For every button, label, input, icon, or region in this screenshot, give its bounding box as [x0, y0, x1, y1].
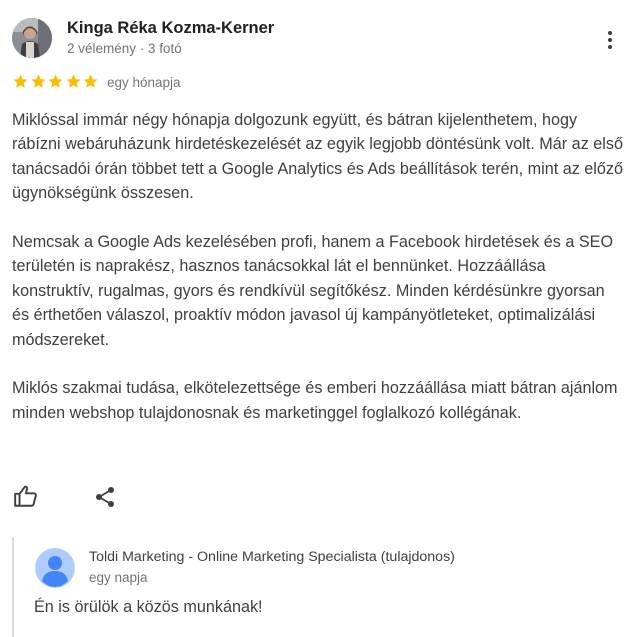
review-paragraph: Miklós szakmai tudása, elkötelezettsége …: [12, 379, 618, 422]
reviewer-meta: 2 vélemény · 3 fotó: [67, 41, 182, 56]
more-options-button[interactable]: [600, 28, 620, 52]
review-card: Kinga Réka Kozma-Kerner 2 vélemény · 3 f…: [0, 0, 628, 637]
like-button[interactable]: [13, 483, 39, 509]
owner-name: Toldi Marketing - Online Marketing Speci…: [89, 549, 455, 565]
owner-avatar[interactable]: [35, 548, 75, 588]
share-icon: [96, 487, 114, 507]
default-profile-icon: [35, 548, 75, 588]
review-text: Miklóssal immár négy hónapja dolgozunk e…: [12, 108, 624, 450]
star-rating: [12, 71, 100, 91]
owner-response: Toldi Marketing - Online Marketing Speci…: [12, 537, 624, 637]
owner-response-text: Én is örülök a közös munkának!: [34, 598, 263, 616]
more-vert-icon-dot: [608, 38, 612, 42]
thumbs-up-icon: [14, 485, 37, 507]
star-icon: [31, 74, 45, 88]
star-icon: [66, 74, 80, 88]
owner-response-time: egy napja: [89, 570, 148, 585]
more-vert-icon-dot: [608, 45, 612, 49]
more-vert-icon: [608, 31, 612, 35]
review-paragraph: Miklóssal immár négy hónapja dolgozunk e…: [12, 111, 623, 203]
star-icon: [48, 74, 63, 88]
reviewer-name[interactable]: Kinga Réka Kozma-Kerner: [67, 19, 274, 38]
share-button[interactable]: [93, 485, 117, 509]
review-paragraph: Nemcsak a Google Ads kezelésében profi, …: [12, 233, 614, 349]
star-icon: [83, 74, 98, 88]
star-icon: [13, 74, 28, 88]
user-photo-icon: [12, 18, 52, 58]
reviewer-avatar[interactable]: [12, 18, 52, 58]
review-time: egy hónapja: [107, 75, 181, 90]
